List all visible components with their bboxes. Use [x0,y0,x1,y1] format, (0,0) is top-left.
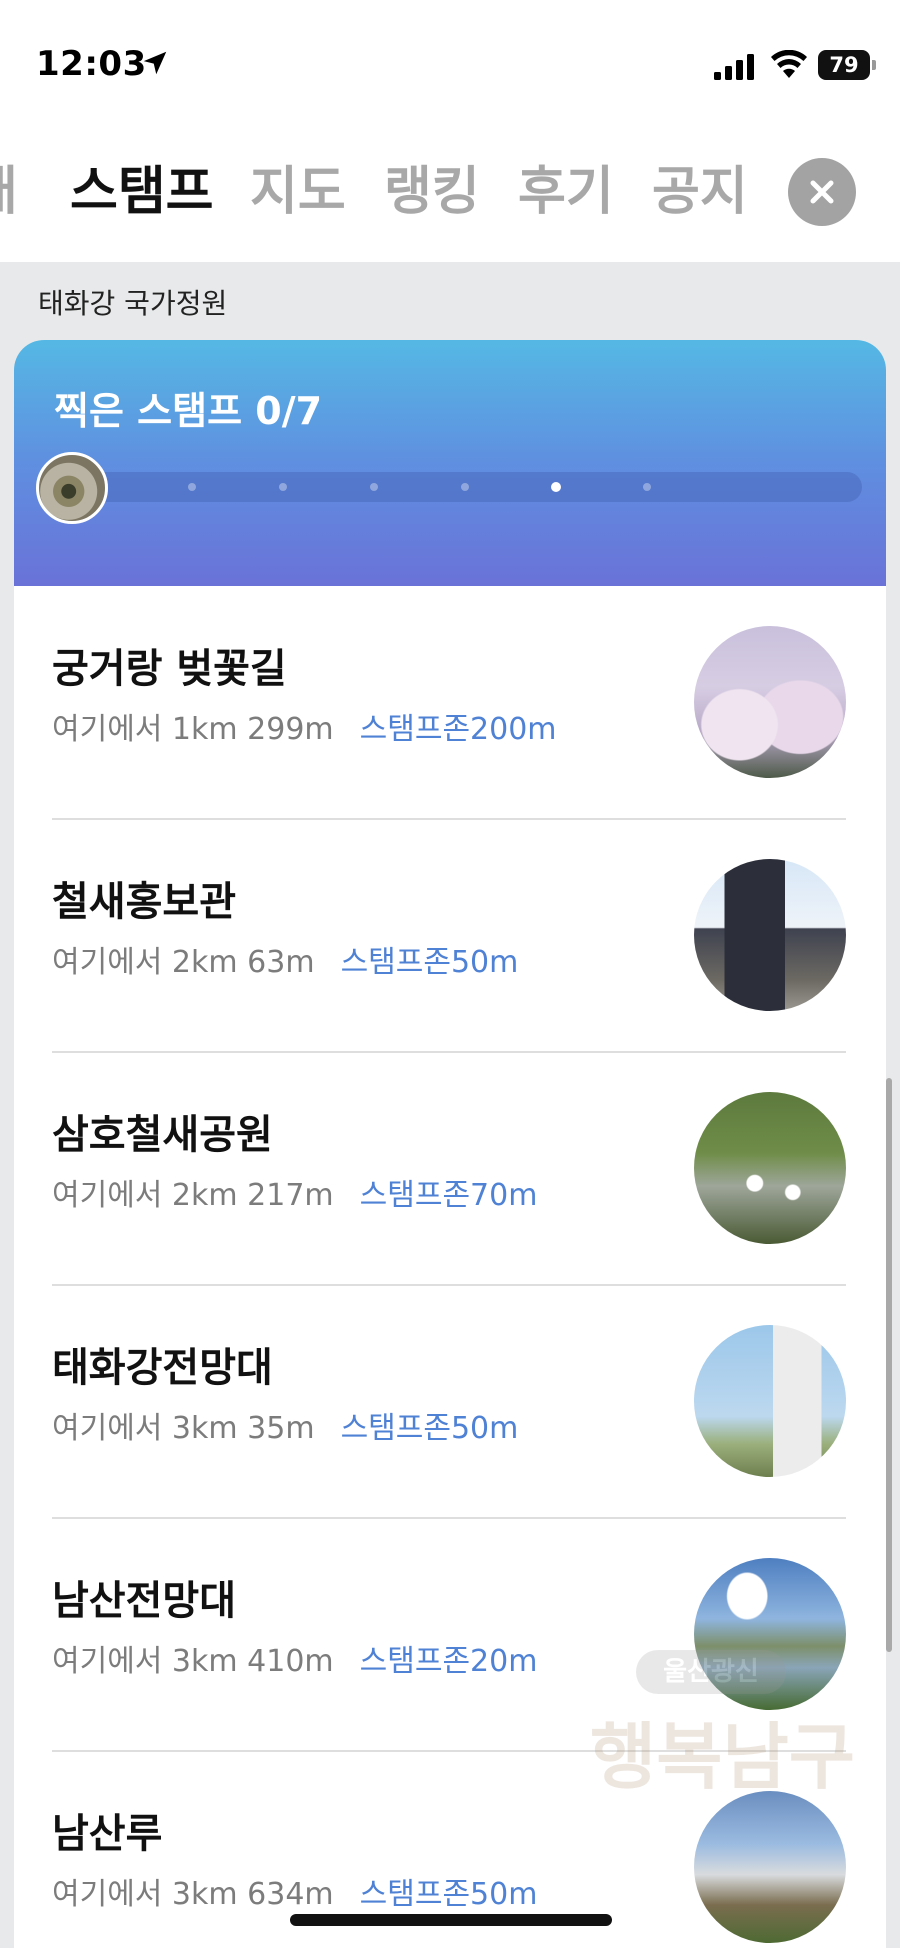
stamp-zone-radius: 스탬프존20m [359,1644,538,1679]
location-distance: 여기에서 3km 410m [52,1644,334,1679]
location-distance: 여기에서 3km 634m [52,1877,334,1912]
location-distance: 여기에서 3km 35m [52,1411,315,1446]
progress-step-5 [461,483,469,491]
location-name: 남산전망대 [52,1578,236,1624]
location-photo [694,1092,846,1244]
progress-step-7 [643,483,651,491]
location-name: 궁거랑 벚꽃길 [52,646,287,692]
progress-step-3 [279,483,287,491]
tab-stamp[interactable]: 스탬프 [70,160,214,224]
list-item[interactable]: 철새홍보관 여기에서 2km 63m 스탬프존50m [14,819,886,1053]
location-distance: 여기에서 2km 217m [52,1178,334,1213]
tab-map[interactable]: 지도 [250,160,346,224]
progress-step-6 [551,482,561,492]
list-item[interactable]: 태화강전망대 여기에서 3km 35m 스탬프존50m [14,1285,886,1519]
location-photo [694,859,846,1011]
scroll-indicator[interactable] [886,1078,892,1652]
stamp-zone-radius: 스탬프존50m [340,1411,519,1446]
status-bar: 12:03 79 [0,0,900,130]
location-name: 삼호철새공원 [52,1112,273,1158]
list-item[interactable]: 삼호철새공원 여기에서 2km 217m 스탬프존70m [14,1052,886,1286]
app-screen: 12:03 79 개 스탬프 지도 랭킹 후기 공지 태화 [0,0,900,1948]
close-icon [810,180,834,204]
location-name: 남산루 [52,1811,163,1857]
list-item[interactable]: 궁거랑 벚꽃길 여기에서 1km 299m 스탬프존200m [14,586,886,820]
progress-step-2 [188,483,196,491]
stamp-zone-radius: 스탬프존70m [359,1178,538,1213]
stamp-zone-radius: 스탬프존50m [359,1877,538,1912]
location-meta: 여기에서 3km 634m 스탬프존50m [52,1869,537,1913]
wifi-icon [771,50,807,78]
status-time: 12:03 [36,44,147,84]
tab-prev[interactable]: 개 [0,160,18,224]
tab-notice[interactable]: 공지 [652,160,748,224]
watermark-text: 행복남구 [590,1715,855,1799]
garden-title: 태화강 국가정원 [38,287,228,320]
watermark-logo: 울산광신 행복남구 [580,1650,880,1910]
progress-avatar [36,452,108,524]
location-meta: 여기에서 1km 299m 스탬프존200m [52,704,557,748]
signal-icon [714,54,754,80]
home-indicator[interactable] [290,1914,612,1926]
stamp-zone-radius: 스탬프존200m [359,712,557,747]
stamp-zone-radius: 스탬프존50m [340,945,519,980]
battery-nub [872,60,876,70]
location-arrow-icon [143,51,167,75]
location-photo [694,626,846,778]
tab-bar: 개 스탬프 지도 랭킹 후기 공지 [0,130,900,262]
location-photo [694,1325,846,1477]
location-distance: 여기에서 1km 299m [52,712,334,747]
tab-ranking[interactable]: 랭킹 [384,160,480,224]
stamp-progress-header: 찍은 스탬프 0/7 [14,340,886,586]
location-meta: 여기에서 2km 63m 스탬프존50m [52,937,518,981]
location-meta: 여기에서 3km 35m 스탬프존50m [52,1403,518,1447]
watermark-badge: 울산광신 [636,1650,786,1694]
progress-step-4 [370,483,378,491]
stamp-count-label: 찍은 스탬프 0/7 [54,389,323,433]
close-button[interactable] [788,158,856,226]
stamp-progress-track [54,472,862,502]
tab-reviews[interactable]: 후기 [518,160,614,224]
location-meta: 여기에서 2km 217m 스탬프존70m [52,1170,537,1214]
location-name: 태화강전망대 [52,1345,273,1391]
location-distance: 여기에서 2km 63m [52,945,315,980]
location-name: 철새홍보관 [52,879,236,925]
location-meta: 여기에서 3km 410m 스탬프존20m [52,1636,537,1680]
battery-icon: 79 [818,50,870,80]
